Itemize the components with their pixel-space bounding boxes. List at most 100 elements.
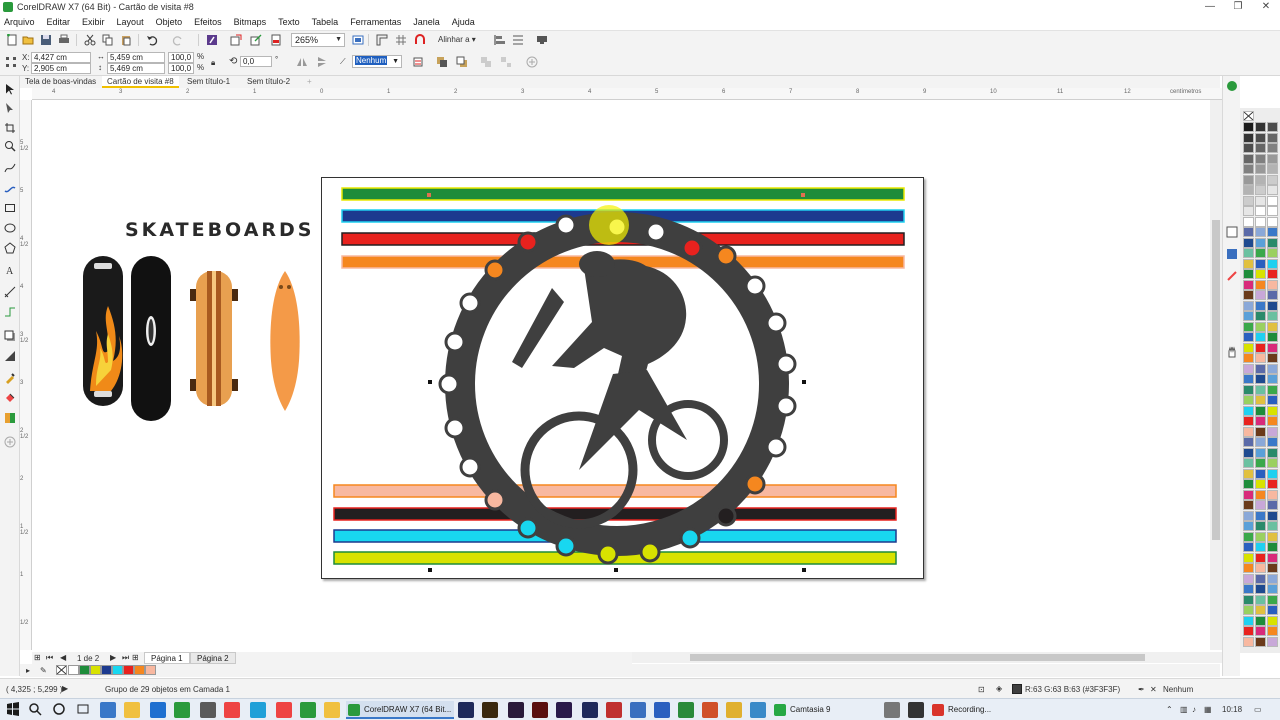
taskbar-camtasia[interactable]: Camtasia 9 <box>772 701 872 719</box>
palette-swatch[interactable] <box>1267 437 1278 447</box>
palette-swatch[interactable] <box>1267 311 1278 321</box>
palette-swatch[interactable] <box>1267 164 1278 174</box>
palette-swatch[interactable] <box>1255 300 1266 311</box>
to-back-icon[interactable] <box>456 56 468 68</box>
last-page-icon[interactable]: ⏭ <box>122 653 129 663</box>
palette-swatch[interactable] <box>1243 237 1254 248</box>
palette-swatch[interactable] <box>1243 279 1254 290</box>
palette-swatch[interactable] <box>1267 374 1278 384</box>
skype-icon[interactable] <box>250 702 266 718</box>
card-artwork[interactable] <box>322 178 925 580</box>
menu-exibir[interactable]: Exibir <box>82 17 105 27</box>
taskbar-app-icon-2[interactable] <box>200 702 216 718</box>
transparency-icon[interactable] <box>4 350 16 362</box>
palette-swatch[interactable] <box>1267 195 1278 206</box>
palette-swatch[interactable] <box>1267 479 1278 489</box>
taskbar-app-icon-8[interactable] <box>726 702 742 718</box>
palette-swatch[interactable] <box>1267 353 1278 363</box>
palette-swatch[interactable] <box>1243 531 1254 542</box>
maximize-button[interactable]: ❐ <box>1224 0 1252 14</box>
opera-icon[interactable] <box>276 702 292 718</box>
taskbar-app-icon-11[interactable] <box>908 702 924 718</box>
cortana-icon[interactable] <box>52 702 68 718</box>
eyedropper-icon[interactable]: ✎ <box>40 666 47 675</box>
palette-swatch[interactable] <box>1243 374 1254 384</box>
wrap-text-icon[interactable] <box>412 56 424 68</box>
palette-swatch[interactable] <box>1243 290 1254 300</box>
after-effects-icon[interactable] <box>508 702 524 718</box>
search-content-icon[interactable] <box>206 34 218 46</box>
palette-swatch[interactable] <box>1267 153 1278 164</box>
palette-swatch[interactable] <box>1267 269 1278 279</box>
palette-swatch[interactable] <box>1267 416 1278 426</box>
file-explorer-icon[interactable] <box>124 702 140 718</box>
vertical-scroll-thumb[interactable] <box>1212 220 1220 540</box>
menu-arquivo[interactable]: Arquivo <box>4 17 35 27</box>
palette-swatch[interactable] <box>1243 206 1254 216</box>
add-tool-icon[interactable] <box>4 436 16 448</box>
scale-x-field[interactable]: 100,0 <box>168 52 194 63</box>
palette-swatch[interactable] <box>1255 290 1266 300</box>
palette-swatch[interactable] <box>1267 405 1278 416</box>
palette-swatch[interactable] <box>1243 353 1254 363</box>
language-icon[interactable]: ▦ <box>1204 705 1212 714</box>
palette-swatch[interactable] <box>1255 321 1266 332</box>
palette-swatch[interactable] <box>1243 164 1254 174</box>
shape-tool-icon[interactable] <box>4 102 16 114</box>
tab-sem-titulo-2[interactable]: Sem título-2 <box>242 76 295 88</box>
menu-tabela[interactable]: Tabela <box>312 17 339 27</box>
new-document-icon[interactable] <box>6 34 18 46</box>
palette-swatch[interactable] <box>1267 279 1278 290</box>
palette-swatch[interactable] <box>1255 237 1266 248</box>
palette-swatch[interactable] <box>1255 594 1266 605</box>
palette-swatch[interactable] <box>1255 353 1266 363</box>
palette-swatch[interactable] <box>1255 531 1266 542</box>
no-color-swatch-right[interactable] <box>1243 111 1254 121</box>
palette-swatch[interactable] <box>1267 395 1278 405</box>
text-tool-icon[interactable]: A <box>4 264 16 276</box>
parallel-dimension-icon[interactable] <box>4 286 16 298</box>
palette-swatch[interactable] <box>1255 248 1266 258</box>
palette-swatch[interactable] <box>1255 636 1266 647</box>
save-icon[interactable] <box>40 34 52 46</box>
tab-cartao-de-visita-8[interactable]: Cartão de visita #8 <box>102 76 179 88</box>
notifications-icon[interactable]: ▭ <box>1254 705 1262 714</box>
page-tab-2[interactable]: Página 2 <box>190 652 236 664</box>
zoom-tool-icon[interactable] <box>4 140 16 152</box>
scale-y-field[interactable]: 100,0 <box>168 63 194 74</box>
palette-swatch[interactable] <box>1243 594 1254 605</box>
palette-swatch[interactable] <box>1243 426 1254 437</box>
taskbar-app-icon-4[interactable] <box>324 702 340 718</box>
doc-palette-swatch[interactable] <box>68 665 79 675</box>
menu-layout[interactable]: Layout <box>117 17 144 27</box>
palette-swatch[interactable] <box>1267 426 1278 437</box>
palette-swatch[interactable] <box>1243 510 1254 521</box>
menu-editar[interactable]: Editar <box>47 17 71 27</box>
show-rulers-icon[interactable] <box>376 34 388 46</box>
menu-texto[interactable]: Texto <box>278 17 300 27</box>
palette-swatch[interactable] <box>1243 405 1254 416</box>
print-icon[interactable] <box>58 34 70 46</box>
palette-swatch[interactable] <box>1255 195 1266 206</box>
palette-swatch[interactable] <box>1243 321 1254 332</box>
palette-swatch[interactable] <box>1267 143 1278 153</box>
palette-swatch[interactable] <box>1243 552 1254 563</box>
taskbar-coreldraw[interactable]: CorelDRAW X7 (64 Bit... <box>346 701 454 719</box>
palette-arrow-icon[interactable]: ▸ <box>26 666 30 675</box>
add-page-after-icon[interactable]: ⊞ <box>132 653 139 662</box>
palette-swatch[interactable] <box>1243 584 1254 594</box>
palette-swatch[interactable] <box>1243 216 1254 227</box>
object-origin-icon[interactable] <box>5 56 17 68</box>
ellipse-tool-icon[interactable] <box>4 222 16 234</box>
palette-swatch[interactable] <box>1255 605 1266 615</box>
first-page-icon[interactable]: ⏮ <box>46 653 53 663</box>
artistic-media-icon[interactable] <box>4 182 16 194</box>
doc-palette-swatch[interactable] <box>101 665 112 675</box>
y-position-field[interactable]: 2,905 cm <box>31 63 91 74</box>
palette-swatch[interactable] <box>1243 332 1254 342</box>
palette-swatch[interactable] <box>1255 489 1266 500</box>
palette-swatch[interactable] <box>1255 332 1266 342</box>
align-distribute-icon[interactable] <box>494 34 506 46</box>
palette-swatch[interactable] <box>1255 311 1266 321</box>
taskbar-app-icon-9[interactable] <box>750 702 766 718</box>
